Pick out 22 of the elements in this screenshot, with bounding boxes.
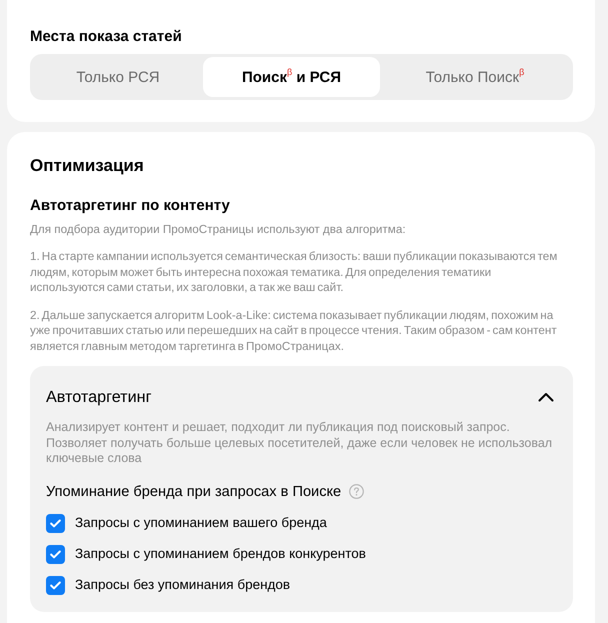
description-paragraph: 1. На старте кампании используется семантическая близость: ваши публикации показываются тем людям, которым может быть интересна похожая тематика. Для определения тематики используются сами статьи, их заголовки, а так же ваш сайт.	[30, 249, 558, 296]
section-title: Оптимизация	[30, 155, 145, 177]
checkbox-label: Запросы без упоминания брендов	[75, 577, 290, 593]
panel-title: Автотаргетинг	[46, 388, 152, 406]
placement-tab[interactable]: Только Поиск$^{β}$	[380, 57, 570, 97]
placement-tab[interactable]: Поиск$^{β}$ и РСЯ	[203, 57, 380, 97]
chevron-up-icon[interactable]	[538, 392, 554, 402]
checkmark-icon	[50, 550, 61, 558]
checkmark-icon	[50, 580, 61, 590]
section-title: Места показа статей	[30, 28, 183, 46]
checkbox[interactable]	[46, 544, 65, 564]
group-label: Упоминание бренда при запросах в Поиске	[46, 482, 342, 500]
checkmark-icon	[50, 518, 61, 528]
checkbox[interactable]	[46, 576, 65, 594]
placement-tab[interactable]: Только РСЯ	[33, 57, 203, 97]
description-paragraph: 2. Дальше запускается алгоритм Look-a-Like: система показывает публикации людям, похожим на уже прочитавших статью или перешедших на сайт в процессе чтения. Таким образом - сам контент является главным методом таргетинга в ПромоСтраницах.	[30, 308, 558, 354]
subsection-title: Автотаргетинг по контенту	[30, 197, 231, 215]
checkbox-label: Запросы с упоминанием вашего бренда	[75, 515, 327, 531]
checkbox[interactable]	[46, 514, 65, 532]
checkbox-label: Запросы с упоминанием брендов конкурентов	[75, 546, 366, 562]
panel-description: Анализирует контент и решает, подходит ли публикация под поисковый запрос. Позволяет получать больше целевых посетителей, даже если человек не использовал ключевые слова	[46, 420, 554, 466]
intro-text: Для подбора аудитории ПромоСтраницы используют два алгоритма:	[30, 222, 407, 237]
